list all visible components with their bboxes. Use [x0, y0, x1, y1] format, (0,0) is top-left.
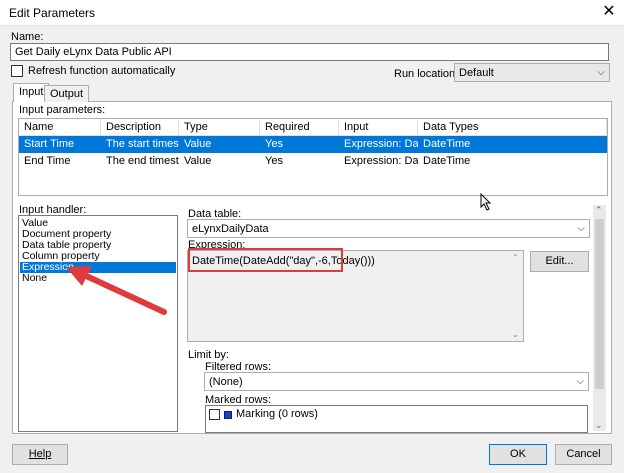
chevron-down-icon: ⌵ — [576, 376, 584, 387]
tab-output-label: Output — [50, 88, 84, 100]
column-header-description[interactable]: Description — [101, 119, 179, 136]
table-row[interactable]: End Time The end timestam... Value Yes E… — [19, 153, 607, 170]
column-header-required[interactable]: Required — [260, 119, 339, 136]
name-field[interactable]: Get Daily eLynx Data Public API — [10, 43, 609, 61]
table-row[interactable]: Start Time The start timesta... Value Ye… — [19, 136, 607, 153]
name-label: Name: — [11, 31, 44, 43]
marked-rows-list[interactable]: Marking (0 rows) — [205, 405, 588, 433]
ok-button[interactable]: OK — [489, 444, 547, 465]
chevron-down-icon: ⌵ — [577, 223, 585, 234]
close-icon[interactable]: ✕ — [598, 2, 620, 22]
column-header-name[interactable]: Name — [19, 119, 101, 136]
cell-name: End Time — [24, 155, 71, 167]
help-button-label: Help — [28, 448, 52, 460]
tab-input-label: Input — [19, 86, 44, 98]
scroll-up-icon[interactable]: ⌃ — [595, 205, 603, 216]
expression-scrollbar[interactable]: ⌃ ⌄ — [509, 251, 523, 341]
cell-data-types: DateTime — [423, 138, 471, 150]
scroll-down-icon[interactable]: ⌄ — [512, 330, 519, 339]
scroll-up-icon[interactable]: ⌃ — [512, 253, 519, 262]
input-parameters-table: Name Description Type Required Input Dat… — [18, 118, 608, 196]
filtered-rows-value: (None) — [209, 376, 243, 388]
run-location-value: Default — [459, 67, 494, 79]
cell-description: The start timesta... — [106, 138, 179, 150]
cancel-button-label: Cancel — [566, 448, 601, 460]
cell-required: Yes — [265, 138, 283, 150]
refresh-label[interactable]: Refresh function automatically — [28, 65, 175, 77]
data-table-value: eLynxDailyData — [192, 223, 269, 235]
scroll-down-icon[interactable]: ⌄ — [595, 420, 603, 431]
cell-type: Value — [184, 155, 212, 167]
limit-by-label: Limit by: — [188, 349, 229, 361]
tab-output[interactable]: Output — [44, 85, 90, 102]
cell-type: Value — [184, 138, 212, 150]
run-location-label: Run location: — [394, 68, 459, 80]
edit-button[interactable]: Edit... — [530, 251, 589, 272]
settings-scrollbar[interactable]: ⌃ ⌄ — [593, 205, 606, 431]
help-button[interactable]: Help — [12, 444, 68, 465]
column-header-data-types[interactable]: Data Types — [418, 119, 607, 136]
window-title: Edit Parameters — [9, 6, 96, 20]
run-location-select[interactable]: Default ⌵ — [454, 63, 610, 82]
cell-data-types: DateTime — [423, 155, 471, 167]
name-value: Get Daily eLynx Data Public API — [15, 46, 172, 58]
filtered-rows-select[interactable]: (None) ⌵ — [204, 372, 589, 391]
cell-input: Expression: Date... — [344, 138, 418, 150]
ok-button-label: OK — [510, 448, 526, 460]
chevron-down-icon: ⌵ — [597, 67, 605, 78]
annotation-highlight-box — [188, 248, 343, 272]
cell-required: Yes — [265, 155, 283, 167]
scroll-thumb[interactable] — [595, 219, 604, 389]
cell-description: The end timestam... — [106, 155, 179, 167]
cancel-button[interactable]: Cancel — [555, 444, 612, 465]
cell-input: Expression: Date... — [344, 155, 418, 167]
annotation-arrow-icon — [66, 266, 167, 315]
cell-name: Start Time — [24, 138, 75, 150]
edit-button-label: Edit... — [545, 255, 574, 267]
column-header-input[interactable]: Input — [339, 119, 418, 136]
refresh-checkbox[interactable] — [11, 65, 23, 77]
input-handler-list[interactable]: Value Document property Data table prope… — [18, 215, 178, 432]
marking-checkbox[interactable] — [209, 409, 220, 420]
input-parameters-label: Input parameters: — [19, 104, 106, 116]
marking-label: Marking (0 rows) — [236, 408, 318, 420]
column-header-type[interactable]: Type — [179, 119, 260, 136]
mouse-cursor-icon — [480, 193, 492, 211]
title-bar: Edit Parameters ✕ — [0, 0, 624, 26]
marking-color-swatch — [224, 411, 232, 419]
data-table-select[interactable]: eLynxDailyData ⌵ — [187, 219, 590, 238]
